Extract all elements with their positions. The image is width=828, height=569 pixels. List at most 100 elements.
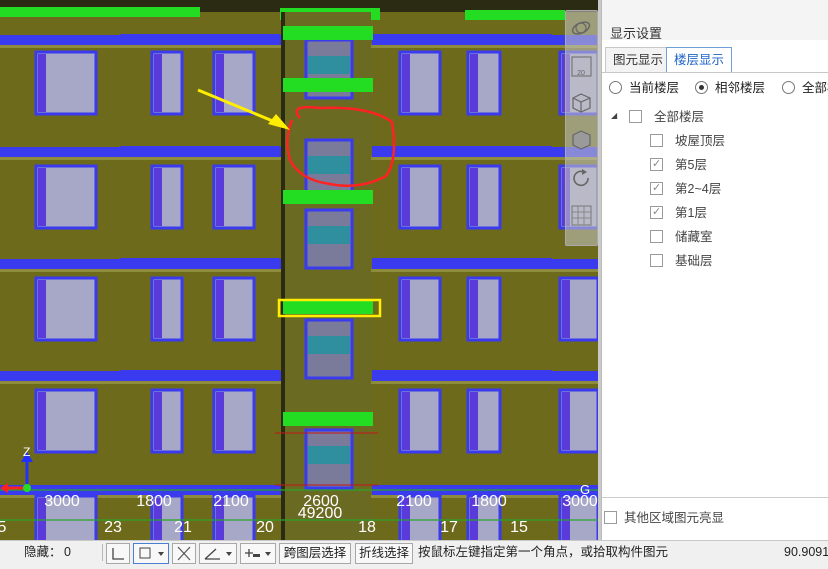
point-dropdown-icon[interactable] <box>240 543 276 564</box>
dimension-label: 3000 <box>44 493 80 510</box>
hidden-count: 0 <box>64 545 71 559</box>
roof-green-band <box>465 10 565 20</box>
stair-landing <box>283 26 373 40</box>
window-frame <box>562 280 570 338</box>
tree-item-label: 第1层 <box>675 206 707 220</box>
axis-number: 23 <box>104 519 122 536</box>
window-frame <box>216 280 224 338</box>
radio-adjacent-floors[interactable]: 相邻楼层 <box>695 79 765 97</box>
window-frame <box>154 392 162 450</box>
tab-divider <box>602 72 828 73</box>
status-hint: 按鼠标左键指定第一个角点，或拾取构件图元 <box>418 545 669 559</box>
checkbox[interactable] <box>604 511 617 524</box>
radio-current-floor[interactable]: 当前楼层 <box>609 79 679 97</box>
checkbox[interactable] <box>650 134 663 147</box>
axis-number: 5 <box>0 519 7 536</box>
balcony-rail <box>120 258 280 264</box>
checkbox[interactable] <box>650 154 663 174</box>
compass-label: G <box>580 482 590 497</box>
hidden-label: 隐藏： <box>24 545 62 559</box>
tree-item-floor[interactable]: 第2~4层 <box>650 178 722 199</box>
window-frame <box>402 280 410 338</box>
axis-number: 18 <box>358 519 376 536</box>
building-3d-view[interactable]: 3000 1800 2100 2600 2100 1800 3000492005 23 21 20… <box>0 0 598 540</box>
tree-item-floor[interactable]: 第1层 <box>650 202 707 223</box>
polyline-select-button[interactable]: 折线选择 <box>355 543 413 564</box>
balcony-rail <box>372 370 552 376</box>
checkbox[interactable] <box>650 178 663 198</box>
balcony-rail <box>120 34 280 40</box>
zoom-label: 20 <box>577 70 585 77</box>
orbit-icon[interactable] <box>569 16 594 41</box>
dimension-label: 2100 <box>213 493 249 510</box>
display-settings-panel: 显示设置 图元显示 楼层显示 当前楼层 相邻楼层 全部楼 ◢ 全部楼层 坡屋顶层… <box>601 0 828 540</box>
cross-icon[interactable] <box>172 543 196 564</box>
radio-label: 全部楼 <box>802 81 828 95</box>
roof-green-band <box>0 7 200 17</box>
panel-title-bar: 显示设置 <box>602 0 828 41</box>
stair-landing <box>283 78 373 92</box>
rotate-icon[interactable] <box>569 166 594 191</box>
tree-item-floor[interactable]: 坡屋顶层 <box>650 131 725 151</box>
checkbox[interactable] <box>650 254 663 267</box>
axis-origin <box>23 484 31 492</box>
checkbox[interactable] <box>629 110 642 123</box>
window-frame <box>154 54 162 112</box>
checkbox[interactable] <box>650 230 663 243</box>
window-frame <box>470 54 478 112</box>
total-dimension-label: 49200 <box>298 505 343 522</box>
window-frame <box>38 392 46 450</box>
angle-dropdown-icon[interactable] <box>199 543 237 564</box>
tree-root-all-floors[interactable]: 全部楼层 <box>629 107 704 127</box>
window-frame <box>38 280 46 338</box>
window-frame <box>562 392 570 450</box>
tab-floor-display[interactable]: 楼层显示 <box>666 47 733 73</box>
tree-item-floor[interactable]: 第5层 <box>650 154 707 175</box>
stair-window-glass <box>308 56 350 74</box>
cross-layer-select-button[interactable]: 跨图层选择 <box>279 543 351 564</box>
highlight-other-areas-option[interactable]: 其他区域图元亮显 <box>604 508 724 528</box>
tree-item-label: 基础层 <box>675 254 713 268</box>
stair-landing <box>283 190 373 204</box>
tab-element-display[interactable]: 图元显示 <box>605 47 672 72</box>
window-frame <box>402 392 410 450</box>
dimension-label: 2100 <box>396 493 432 510</box>
stair-window-glass <box>308 446 350 464</box>
tree-root-label: 全部楼层 <box>654 110 705 124</box>
tree-item-floor[interactable]: 基础层 <box>650 251 713 271</box>
divider <box>102 544 103 561</box>
radio-all-floors[interactable]: 全部楼 <box>782 79 828 97</box>
grid-icon[interactable] <box>569 203 594 228</box>
balcony-rail <box>372 34 552 40</box>
radio-label: 相邻楼层 <box>715 81 766 95</box>
view-3d-shaded-icon[interactable] <box>569 127 594 152</box>
tree-item-label: 第2~4层 <box>675 182 722 196</box>
tree-item-label: 储藏室 <box>675 230 713 244</box>
checkbox[interactable] <box>650 202 663 222</box>
window-frame <box>216 54 224 112</box>
view-navigation-toolbar: 20 <box>565 10 598 246</box>
stair-landing <box>283 412 373 426</box>
radio-indicator <box>782 81 795 94</box>
axis-number: 21 <box>174 519 192 536</box>
window-frame <box>38 168 46 226</box>
ortho-icon[interactable] <box>106 543 130 564</box>
view-2d-icon[interactable]: 20 <box>569 54 594 79</box>
drawing-viewport[interactable]: 3000 1800 2100 2600 2100 1800 3000 49200 5 23 21 20… <box>0 0 598 540</box>
dimension-label: 1800 <box>136 493 172 510</box>
snap-dropdown-icon[interactable] <box>133 543 169 564</box>
window-frame <box>38 54 46 112</box>
window-frame <box>154 280 162 338</box>
view-3d-box-icon[interactable] <box>569 90 594 115</box>
stair-landing <box>283 300 373 314</box>
panel-bottom-options: 其他区域图元亮显 <box>602 497 828 541</box>
window-frame <box>470 392 478 450</box>
axis-number: 15 <box>510 519 528 536</box>
stair-window-glass <box>308 336 350 354</box>
stair-window-glass <box>308 226 350 244</box>
stair-window-glass <box>308 156 350 174</box>
collapse-triangle-icon[interactable]: ◢ <box>611 111 617 120</box>
window-frame <box>216 392 224 450</box>
dimension-label: 1800 <box>471 493 507 510</box>
tree-item-floor[interactable]: 储藏室 <box>650 227 713 247</box>
